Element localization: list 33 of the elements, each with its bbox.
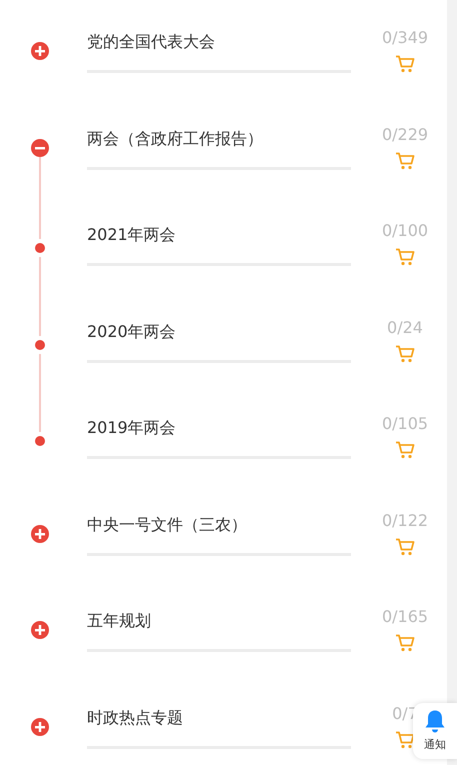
timeline-dot [35,436,45,446]
item-title[interactable]: 党的全国代表大会 [87,31,215,53]
progress-count: 0/122 [382,510,428,532]
progress-count: 0/229 [382,124,428,146]
item-title[interactable]: 两会（含政府工作报告） [87,128,263,150]
cart-icon[interactable] [395,441,415,459]
timeline-dot [35,340,45,350]
item-title[interactable]: 时政热点专题 [87,706,183,728]
item-title[interactable]: 2019年两会 [87,417,176,439]
cart-icon[interactable] [395,344,415,362]
cart-icon[interactable] [395,55,415,73]
progress-count: 0/24 [387,316,423,338]
cart-icon[interactable] [395,730,415,748]
item-title[interactable]: 五年规划 [87,610,151,632]
expand-icon[interactable] [31,718,49,736]
expand-icon[interactable] [31,42,49,60]
progress-count: 0/100 [382,220,428,242]
cart-icon[interactable] [395,152,415,170]
item-title[interactable]: 中央一号文件（三农） [87,514,247,536]
progress-count: 0/349 [382,27,428,49]
cart-icon[interactable] [395,538,415,556]
notification-button[interactable]: 通知 [413,703,457,759]
expand-icon[interactable] [31,621,49,639]
cart-icon[interactable] [395,634,415,652]
cart-icon[interactable] [395,248,415,266]
collapse-icon[interactable] [31,138,49,156]
item-title[interactable]: 2020年两会 [87,320,176,342]
progress-count: 0/165 [382,606,428,628]
timeline-dot [35,243,45,253]
bell-icon[interactable] [424,709,446,733]
progress-count: 0/105 [382,413,428,435]
item-title[interactable]: 2021年两会 [87,224,176,246]
expand-icon[interactable] [31,524,49,542]
